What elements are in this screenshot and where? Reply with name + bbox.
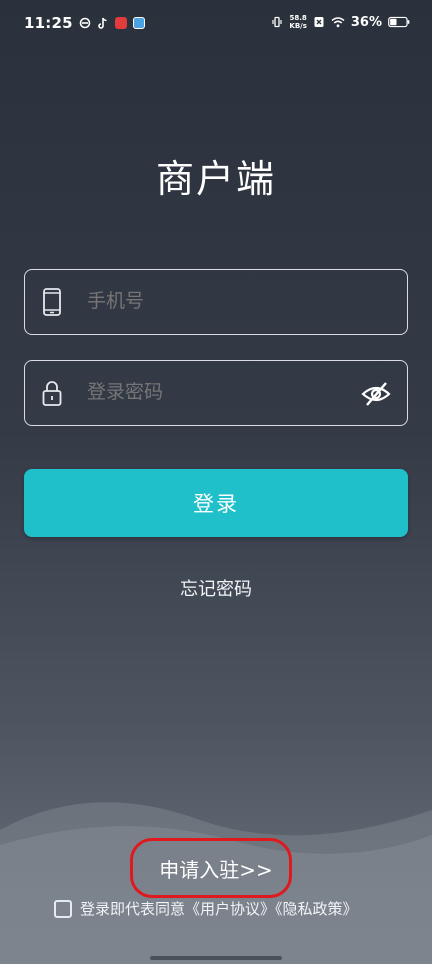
apply-join-link[interactable]: 申请入驻>> (0, 854, 432, 883)
network-speed-unit: KB/s (289, 22, 307, 30)
password-input[interactable] (87, 381, 347, 403)
gallery-notification-icon (132, 17, 145, 29)
status-bar: 11:25 58.8 KB/s 36% (0, 0, 432, 46)
phone-input[interactable] (87, 290, 347, 312)
status-left: 11:25 (24, 14, 145, 32)
network-speed-value: 58.8 (289, 14, 307, 22)
password-field[interactable] (24, 360, 408, 426)
battery-percent: 36% (350, 14, 382, 30)
wifi-icon (331, 17, 345, 28)
lock-icon (42, 381, 62, 406)
login-screen: 11:25 58.8 KB/s 36% 商户端 手机号 登录 忘记密码 申请入驻… (0, 0, 432, 964)
phone-field[interactable] (24, 269, 408, 335)
login-button[interactable]: 登录 (24, 469, 408, 537)
network-speed: 58.8 KB/s (289, 14, 306, 30)
agreement-text[interactable]: 登录即代表同意《用户协议》《隐私政策》 (80, 898, 358, 919)
status-right: 58.8 KB/s 36% (271, 14, 410, 30)
forgot-password-link[interactable]: 忘记密码 (0, 575, 432, 601)
battery-icon (388, 16, 410, 28)
eye-hidden-icon[interactable] (361, 380, 391, 408)
phone-icon (43, 288, 61, 316)
no-sim-icon (314, 17, 324, 27)
vibrate-icon (272, 16, 282, 28)
agreement-row: 登录即代表同意《用户协议》《隐私政策》 (54, 898, 358, 919)
home-indicator (150, 956, 282, 960)
sync-icon (79, 17, 91, 29)
agreement-checkbox[interactable] (54, 899, 72, 918)
app-notification-icon (114, 17, 127, 29)
tiktok-icon (97, 17, 107, 29)
page-title: 商户端 (155, 157, 276, 201)
status-time: 11:25 (24, 14, 73, 32)
